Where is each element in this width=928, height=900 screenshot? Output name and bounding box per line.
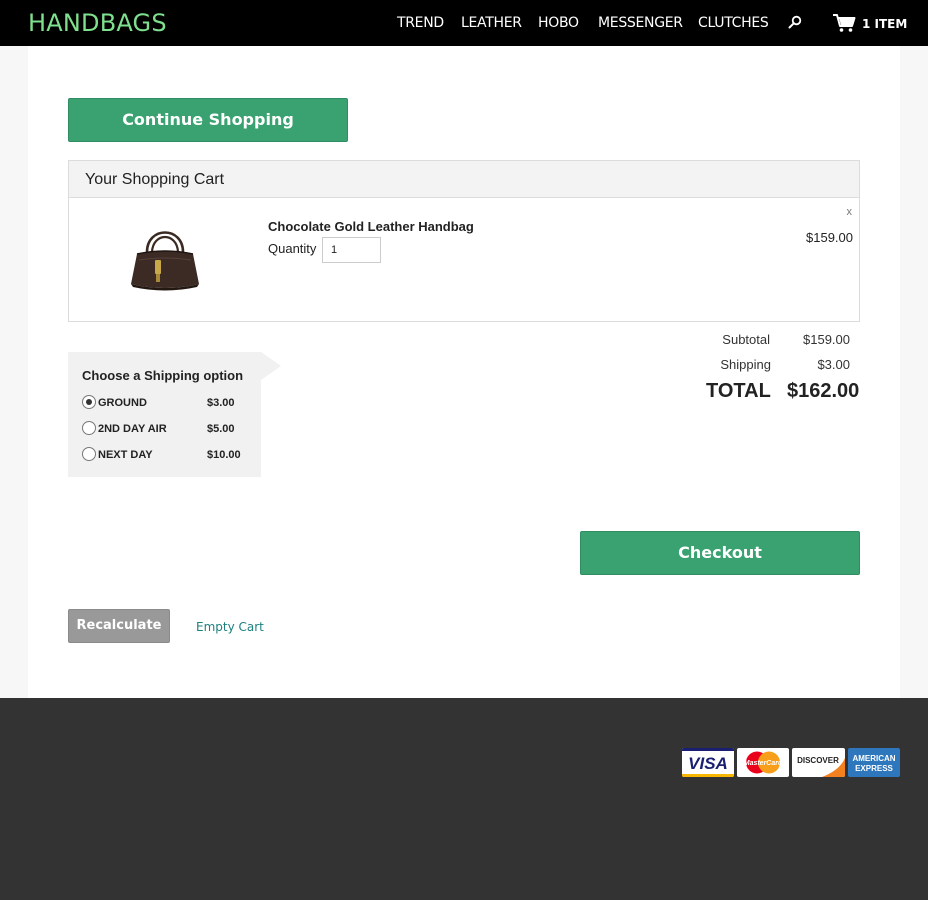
discover-text: DISCOVER [797,756,839,765]
quantity-input[interactable] [322,237,381,263]
amex-text-line2: EXPRESS [855,764,893,773]
shipping-value: $3.00 [817,357,850,372]
visa-card-icon: VISA [682,748,734,777]
american-express-icon: AMERICAN EXPRESS [848,748,900,777]
quantity-label: Quantity [268,241,317,256]
radio-ground[interactable] [82,395,96,409]
shipping-option-price: $3.00 [207,397,235,409]
total-label: TOTAL [706,380,771,402]
nav-messenger[interactable]: MESSENGER [598,15,683,31]
shipping-label: Shipping [720,357,771,372]
cart-page-panel: Continue Shopping Your Shopping Cart Cho… [28,46,900,698]
nav-clutches[interactable]: CLUTCHES [698,15,769,31]
radio-2nd-day-air[interactable] [82,421,96,435]
item-name[interactable]: Chocolate Gold Leather Handbag [268,219,474,234]
subtotal-label: Subtotal [722,332,770,347]
mastercard-text: MasterCard [744,760,783,767]
cart-heading: Your Shopping Cart [69,161,859,198]
shipping-option-price: $10.00 [207,449,241,461]
radio-next-day[interactable] [82,447,96,461]
shopping-cart-icon[interactable] [832,13,856,33]
nav-trend[interactable]: TREND [397,15,444,31]
shipping-option-ground[interactable]: GROUND $3.00 [82,395,252,411]
shipping-option-name: 2ND DAY AIR [98,423,167,435]
search-icon[interactable] [788,15,802,29]
shipping-options-title: Choose a Shipping option [82,368,244,383]
handbag-product-image[interactable] [125,218,205,298]
shopping-cart-box: Your Shopping Cart Chocolate Gold Leathe… [68,160,860,322]
nav-hobo[interactable]: HOBO [538,15,579,31]
shipping-option-name: GROUND [98,397,147,409]
visa-text: VISA [688,754,728,773]
empty-cart-link[interactable]: Empty Cart [196,620,264,634]
remove-item-button[interactable]: x [847,206,853,218]
shipping-option-2nd-day-air[interactable]: 2ND DAY AIR $5.00 [82,421,252,437]
cart-item-count[interactable]: 1 ITEM [862,17,907,31]
discover-card-icon: DISCOVER [792,748,845,777]
shipping-option-price: $5.00 [207,423,235,435]
mastercard-icon: MasterCard [737,748,789,777]
continue-shopping-button[interactable]: Continue Shopping [68,98,348,142]
shipping-options-panel: Choose a Shipping option GROUND $3.00 2N… [68,352,261,477]
checkout-button[interactable]: Checkout [580,531,860,575]
total-value: $162.00 [787,380,860,402]
shipping-option-name: NEXT DAY [98,449,153,461]
logo[interactable]: HANDBAGS [28,9,167,37]
recalculate-button[interactable]: Recalculate [68,609,170,643]
amex-text-line1: AMERICAN [852,754,895,763]
shipping-panel-pointer [261,352,281,380]
item-price: $159.00 [806,230,853,245]
footer: VISA MasterCard DISCOVER AMERICAN EXPRES… [0,698,928,900]
top-navigation-bar: HANDBAGS TREND LEATHER HOBO MESSENGER CL… [0,0,928,46]
shipping-option-next-day[interactable]: NEXT DAY $10.00 [82,447,252,463]
subtotal-value: $159.00 [803,332,850,347]
nav-leather[interactable]: LEATHER [461,15,522,31]
